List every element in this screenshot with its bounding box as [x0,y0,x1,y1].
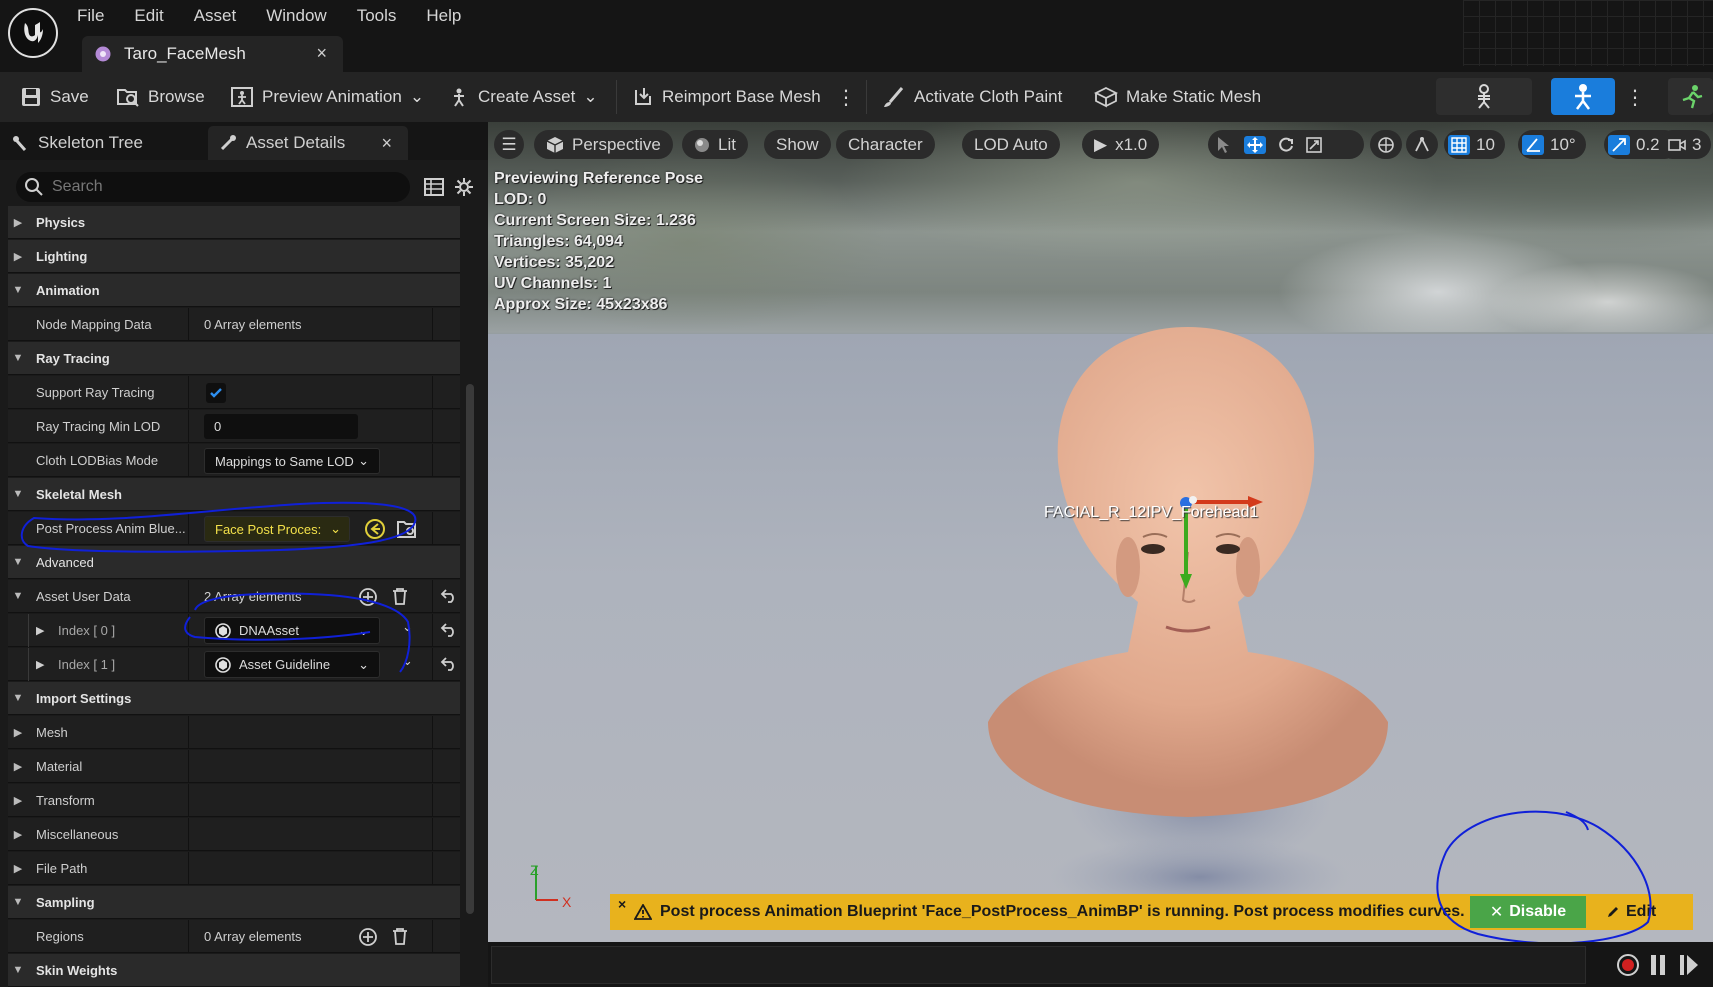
timeline-track[interactable] [491,946,1586,984]
static-mesh-icon [1094,86,1118,108]
toolbar-divider [616,80,617,114]
save-icon [20,86,42,108]
step-forward-icon[interactable] [1678,954,1700,976]
cloth-paint-label: Activate Cloth Paint [914,87,1063,106]
reimport-icon [632,86,654,108]
static-mesh-label: Make Static Mesh [1126,87,1262,106]
menu-help[interactable]: Help [411,5,476,27]
mode-options-icon[interactable]: ⋮ [1625,72,1645,122]
create-asset-button[interactable]: Create Asset ⌄ [448,72,598,122]
pause-icon[interactable] [1648,954,1668,976]
mesh-mode-button[interactable] [1551,78,1615,115]
reimport-label: Reimport Base Mesh [662,87,821,106]
skeleton-mode-button[interactable] [1436,78,1532,115]
menu-file[interactable]: File [62,5,119,27]
chevron-down-icon: ⌄ [409,87,425,106]
annotation-ink [1436,810,1652,942]
main-menu: File Edit Asset Window Tools Help [62,5,476,27]
document-tab[interactable]: Taro_FaceMesh × [82,36,343,72]
unreal-logo-icon[interactable] [8,8,58,58]
preview-animation-label: Preview Animation [262,87,402,106]
menu-asset[interactable]: Asset [179,5,252,27]
animation-mode-button[interactable] [1668,78,1713,115]
menu-tools[interactable]: Tools [342,5,412,27]
preview-animation-icon [230,86,254,108]
create-asset-label: Create Asset [478,87,576,106]
browse-button[interactable]: Browse [116,72,205,122]
toolbar-divider [866,80,867,114]
title-bar: File Edit Asset Window Tools Help Taro_F… [0,0,1713,72]
preview-viewport[interactable]: FACIAL_R_12IPV_Forehead1 ☰ Perspective L… [488,122,1713,942]
annotation-ink [20,501,417,673]
create-asset-icon [448,86,470,108]
playback-bar [488,942,1713,987]
more-options-icon[interactable]: ⋮ [836,72,856,122]
main-toolbar: Save Browse Preview Animation ⌄ Create A… [0,72,1713,122]
chevron-down-icon: ⌄ [583,87,598,106]
make-static-mesh-button[interactable]: Make Static Mesh [1094,72,1261,122]
running-person-icon [1679,84,1703,110]
title-bar-pattern [1463,0,1713,66]
menu-edit[interactable]: Edit [119,5,178,27]
skeletal-mesh-icon [94,45,112,63]
menu-window[interactable]: Window [251,5,341,27]
mesh-person-icon [1570,83,1596,111]
browse-label: Browse [148,87,205,106]
details-panel: Skeleton Tree Asset Details × Search ▶ P… [0,122,488,987]
save-label: Save [50,87,89,106]
close-tab-icon[interactable]: × [316,43,327,64]
preview-animation-button[interactable]: Preview Animation ⌄ [230,72,424,122]
browse-icon [116,86,140,108]
skeleton-icon [1473,83,1495,110]
activate-cloth-paint-button[interactable]: Activate Cloth Paint [882,72,1062,122]
record-icon[interactable] [1616,953,1640,977]
document-tab-title: Taro_FaceMesh [124,44,246,63]
reimport-base-mesh-button[interactable]: Reimport Base Mesh [632,72,821,122]
save-button[interactable]: Save [20,72,89,122]
paint-brush-icon [882,86,906,108]
